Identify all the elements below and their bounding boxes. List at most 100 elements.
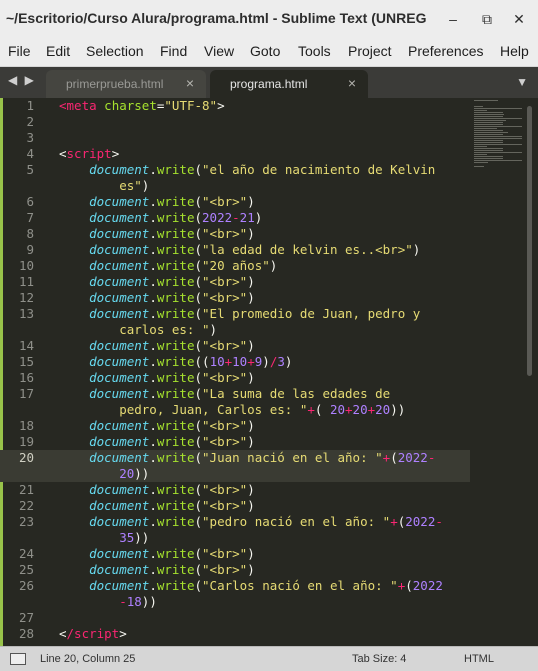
- tab-programa[interactable]: programa.html ×: [210, 70, 368, 98]
- code-line[interactable]: 10 document.write("20 años"): [0, 258, 470, 274]
- panel-toggle-icon[interactable]: [10, 653, 26, 665]
- code-line[interactable]: 9 document.write("la edad de kelvin es..…: [0, 242, 470, 258]
- code-area[interactable]: 1 <meta charset="UTF-8"> 2 3 4 <script> 5 docu…: [0, 98, 470, 642]
- code-line[interactable]: 11 document.write("<br>"): [0, 274, 470, 290]
- code-token: (: [390, 450, 398, 465]
- code-line[interactable]: 20 document.write("Juan nació en el año:…: [0, 450, 470, 466]
- tab-nav-arrows-icon[interactable]: ◀ ▶: [8, 73, 36, 87]
- menu-project[interactable]: Project: [348, 43, 392, 59]
- code-line[interactable]: pedro, Juan, Carlos es: "+( 20+20+20)): [0, 402, 470, 418]
- code-token: document: [89, 562, 150, 577]
- code-line[interactable]: 1 <meta charset="UTF-8">: [0, 98, 470, 114]
- menu-tools[interactable]: Tools: [298, 43, 331, 59]
- code-token: (: [194, 434, 203, 449]
- code-token: write: [156, 562, 195, 577]
- code-line[interactable]: 22 document.write("<br>"): [0, 498, 470, 514]
- menu-find[interactable]: Find: [160, 43, 187, 59]
- code-token: >: [111, 146, 120, 161]
- minimap-line: [474, 130, 503, 131]
- close-icon[interactable]: ✕: [508, 8, 530, 30]
- code-token: .: [149, 514, 157, 529]
- menu-file[interactable]: File: [8, 43, 31, 59]
- code-line[interactable]: 18 document.write("<br>"): [0, 418, 470, 434]
- code-line[interactable]: 26 document.write("Carlos nació en el añ…: [0, 578, 470, 594]
- code-token: .: [149, 370, 157, 385]
- code-line[interactable]: 17 document.write("La suma de las edades…: [0, 386, 470, 402]
- code-line[interactable]: 2: [0, 114, 470, 130]
- minimap-line: [474, 158, 503, 159]
- code-token: (: [194, 578, 203, 593]
- line-number: 26: [18, 578, 34, 593]
- code-line[interactable]: 6 document.write("<br>"): [0, 194, 470, 210]
- menu-selection[interactable]: Selection: [86, 43, 144, 59]
- code-text: es"): [59, 178, 149, 194]
- code-token: (: [194, 450, 203, 465]
- code-line[interactable]: 21 document.write("<br>"): [0, 482, 470, 498]
- minimap-line: [474, 120, 506, 121]
- minimap-line: [474, 128, 497, 129]
- code-token: (: [194, 274, 203, 289]
- tab-list-dropdown-icon[interactable]: ▼: [516, 75, 528, 89]
- code-token: document: [89, 290, 150, 305]
- code-token: "UTF-8": [164, 98, 218, 113]
- code-line[interactable]: 5 document.write("el año de nacimiento d…: [0, 162, 470, 178]
- maximize-icon[interactable]: ⧉: [476, 8, 498, 30]
- title-bar[interactable]: ~/Escritorio/Curso Alura/programa.html -…: [0, 0, 538, 38]
- code-token: write: [156, 578, 195, 593]
- minimize-icon[interactable]: –: [442, 8, 464, 30]
- code-text: document.write("pedro nació en el año: "…: [59, 514, 443, 530]
- code-text: document.write("<br>"): [59, 338, 255, 354]
- code-line[interactable]: 15 document.write((10+10+9)/3): [0, 354, 470, 370]
- code-token: 10: [232, 354, 248, 369]
- menu-goto[interactable]: Goto: [250, 43, 280, 59]
- minimap[interactable]: [470, 98, 526, 646]
- menu-help[interactable]: Help: [500, 43, 529, 59]
- code-token: document: [89, 226, 150, 241]
- code-line[interactable]: 14 document.write("<br>"): [0, 338, 470, 354]
- code-line[interactable]: 16 document.write("<br>"): [0, 370, 470, 386]
- code-line[interactable]: 20)): [0, 466, 470, 482]
- tab-size[interactable]: Tab Size: 4: [352, 653, 406, 665]
- code-editor[interactable]: 1 <meta charset="UTF-8"> 2 3 4 <script> 5 docu…: [0, 98, 538, 646]
- code-token: (: [194, 418, 203, 433]
- code-line[interactable]: 19 document.write("<br>"): [0, 434, 470, 450]
- menu-edit[interactable]: Edit: [46, 43, 70, 59]
- code-line[interactable]: 27: [0, 610, 470, 626]
- code-line[interactable]: carlos es: "): [0, 322, 470, 338]
- code-line[interactable]: 35)): [0, 530, 470, 546]
- code-line[interactable]: 7 document.write(2022-21): [0, 210, 470, 226]
- code-token: "<br>": [202, 290, 248, 305]
- menu-preferences[interactable]: Preferences: [408, 43, 483, 59]
- code-line[interactable]: -18)): [0, 594, 470, 610]
- syntax-mode[interactable]: HTML: [464, 653, 494, 665]
- code-token: write: [156, 274, 195, 289]
- code-token: .: [149, 290, 157, 305]
- code-line[interactable]: 4 <script>: [0, 146, 470, 162]
- code-token: .: [149, 450, 157, 465]
- line-number: 11: [18, 274, 34, 289]
- tab-close-icon[interactable]: ×: [348, 75, 356, 91]
- code-line[interactable]: 8 document.write("<br>"): [0, 226, 470, 242]
- code-line[interactable]: 12 document.write("<br>"): [0, 290, 470, 306]
- code-line[interactable]: 24 document.write("<br>"): [0, 546, 470, 562]
- menu-view[interactable]: View: [204, 43, 234, 59]
- tab-close-icon[interactable]: ×: [186, 75, 194, 91]
- code-line[interactable]: 3: [0, 130, 470, 146]
- code-token: 20: [375, 402, 391, 417]
- code-line[interactable]: 13 document.write("El promedio de Juan, …: [0, 306, 470, 322]
- code-line[interactable]: es"): [0, 178, 470, 194]
- minimap-line: [474, 112, 503, 113]
- vertical-scrollbar[interactable]: [527, 106, 532, 376]
- code-line[interactable]: 28 </script>: [0, 626, 470, 642]
- code-token: (: [194, 482, 203, 497]
- code-token: write: [156, 194, 195, 209]
- tab-primerprueba[interactable]: primerprueba.html ×: [46, 70, 206, 98]
- code-line[interactable]: 23 document.write("pedro nació en el año…: [0, 514, 470, 530]
- code-line[interactable]: 25 document.write("<br>"): [0, 562, 470, 578]
- code-token: write: [156, 450, 195, 465]
